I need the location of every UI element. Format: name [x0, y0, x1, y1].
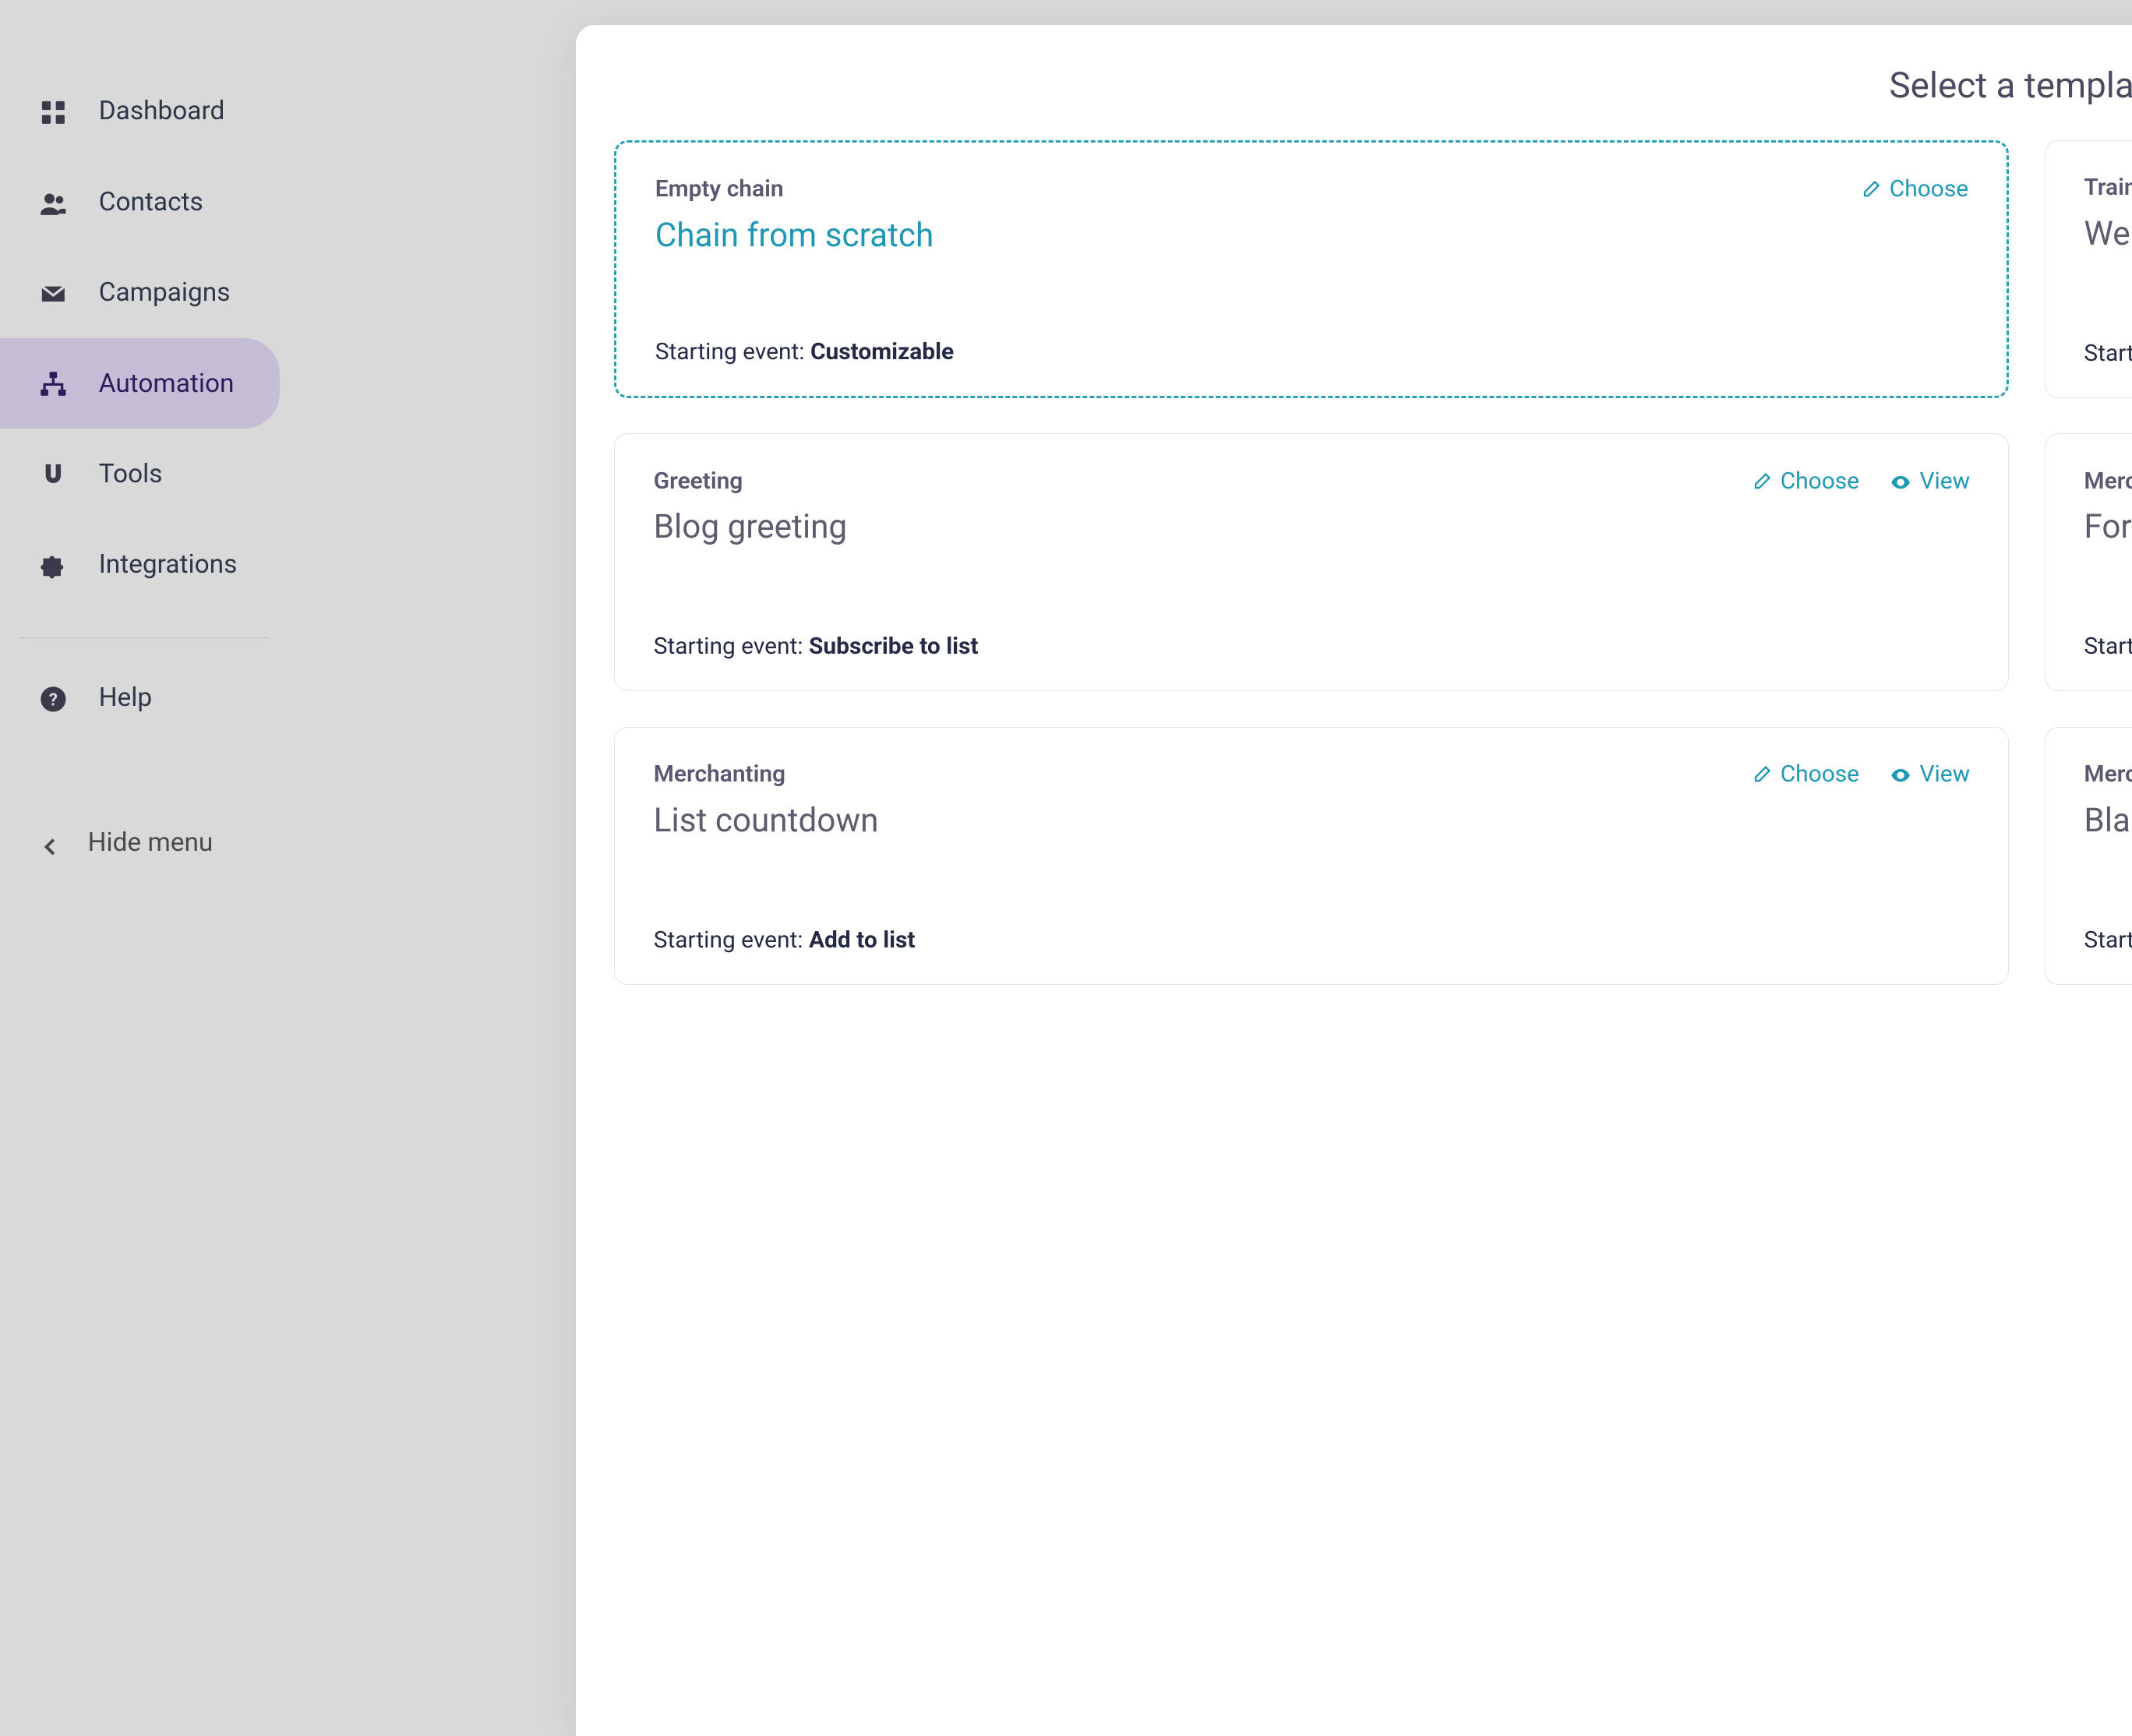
template-title: Blog greeting [654, 508, 1970, 546]
grid-icon [38, 96, 69, 126]
template-category: Training [2084, 174, 2132, 201]
pencil-icon [1859, 175, 1881, 203]
hide-menu-label: Hide menu [88, 827, 214, 858]
puzzle-icon [38, 550, 69, 580]
template-grid: Empty chain Choose Chain from scratch Start… [614, 140, 2132, 985]
eye-icon [1890, 468, 1911, 495]
sidebar-item-automation[interactable]: Automation [0, 338, 280, 429]
template-card: Greeting Choose View Blog greeting Starting … [614, 433, 2009, 691]
template-card: MerchantingChooseView Form countdown Start… [2045, 433, 2132, 691]
card-top: Empty chain Choose [655, 175, 1968, 203]
sidebar-item-dashboard[interactable]: Dashboard [0, 65, 288, 156]
choose-label: Choose [1781, 468, 1859, 495]
starting-event-label: Starting event: [655, 338, 810, 365]
starting-event-label: Starting event: [2084, 926, 2132, 954]
sidebar-item-integrations[interactable]: Integrations [0, 520, 288, 610]
template-title: List countdown [654, 802, 1970, 840]
template-title: Webinar notifications [2084, 215, 2132, 253]
starting-event: Starting event: Subscribe to list [654, 633, 1970, 660]
modal-header: Select a template Close [614, 65, 2132, 107]
template-title: Chain from scratch [655, 217, 1968, 255]
main-area: Create chain 04 Actions 25 Actions Selec… [288, 0, 2132, 1736]
sidebar-item-label: Help [99, 683, 152, 713]
card-top: MerchantingChooseView [2084, 468, 2132, 495]
starting-event-label: Starting event: [654, 633, 809, 660]
choose-link[interactable]: Choose [1750, 760, 1859, 788]
eye-icon [1890, 760, 1911, 788]
sidebar-item-label: Automation [99, 369, 235, 399]
starting-event-label: Starting event: [2084, 340, 2132, 367]
sidebar-item-label: Dashboard [99, 96, 225, 126]
sidebar-divider [19, 637, 269, 638]
pencil-icon [1750, 760, 1772, 788]
template-category: Merchanting [2084, 468, 2132, 495]
sidebar-item-label: Contacts [99, 187, 203, 217]
magnet-icon [38, 459, 69, 489]
card-top: MerchantingChooseView [2084, 760, 2132, 788]
template-title: Black Friday. Newsletter [2084, 802, 2132, 840]
choose-link[interactable]: Choose [1750, 468, 1859, 495]
template-card: Empty chain Choose Chain from scratch Start… [614, 140, 2009, 398]
view-link[interactable]: View [1890, 760, 1970, 788]
card-top: Merchanting Choose View [654, 760, 1970, 788]
starting-event-value: Add to list [809, 926, 916, 954]
view-label: View [1919, 468, 1970, 495]
starting-event: Starting event: Add to list [654, 926, 1970, 954]
view-link[interactable]: View [1890, 468, 1970, 495]
view-label: View [1919, 760, 1970, 788]
template-title: Form countdown [2084, 508, 2132, 546]
template-category: Empty chain [655, 175, 784, 203]
choose-link[interactable]: Choose [1859, 175, 1968, 203]
template-card: MerchantingChooseView Black Friday. Newsl… [2045, 727, 2132, 985]
svg-text:?: ? [49, 689, 58, 710]
choose-label: Choose [1781, 760, 1859, 788]
card-actions: Choose View [1750, 468, 1970, 495]
sidebar: Dashboard Contacts Campaigns Automation … [0, 0, 288, 1736]
sidebar-item-help[interactable]: ? Help [0, 652, 288, 743]
card-actions: Choose [1859, 175, 1968, 203]
starting-event-value: Subscribe to list [809, 633, 979, 660]
pencil-icon [1750, 468, 1772, 495]
modal-title: Select a template [1889, 65, 2132, 107]
sidebar-hide-menu[interactable]: Hide menu [0, 798, 288, 888]
template-card: TrainingChooseView Webinar notifications S… [2045, 140, 2132, 398]
template-category: Greeting [654, 468, 743, 495]
starting-event: Starting event: Add to list [2084, 340, 2132, 367]
starting-event: Starting event: Add to list [2084, 926, 2132, 954]
template-card: Merchanting Choose View List countdown Start… [614, 727, 2009, 985]
sidebar-item-label: Integrations [99, 549, 238, 580]
people-icon [38, 187, 69, 217]
sidebar-item-contacts[interactable]: Contacts [0, 157, 288, 247]
sitemap-icon [38, 369, 69, 399]
card-actions: Choose View [1750, 760, 1970, 788]
help-icon: ? [38, 683, 69, 713]
starting-event-value: Customizable [810, 338, 954, 365]
sidebar-item-tools[interactable]: Tools [0, 429, 288, 519]
template-category: Merchanting [2084, 760, 2132, 788]
starting-event-label: Starting event: [654, 926, 809, 954]
starting-event: Starting event: Customizable [655, 338, 1968, 365]
sidebar-item-label: Tools [99, 459, 163, 489]
card-top: Greeting Choose View [654, 468, 1970, 495]
template-category: Merchanting [654, 760, 785, 788]
template-modal: Select a template Close Empty chain Choos… [576, 25, 2132, 1736]
starting-event-label: Starting event: [2084, 633, 2132, 660]
sidebar-item-campaigns[interactable]: Campaigns [0, 247, 288, 337]
sidebar-item-label: Campaigns [99, 277, 231, 308]
mail-icon [38, 277, 69, 308]
starting-event: Starting event: Subscribe to list [2084, 633, 2132, 660]
chevron-left-icon [38, 831, 63, 856]
choose-label: Choose [1890, 175, 1968, 203]
card-top: TrainingChooseView [2084, 174, 2132, 201]
